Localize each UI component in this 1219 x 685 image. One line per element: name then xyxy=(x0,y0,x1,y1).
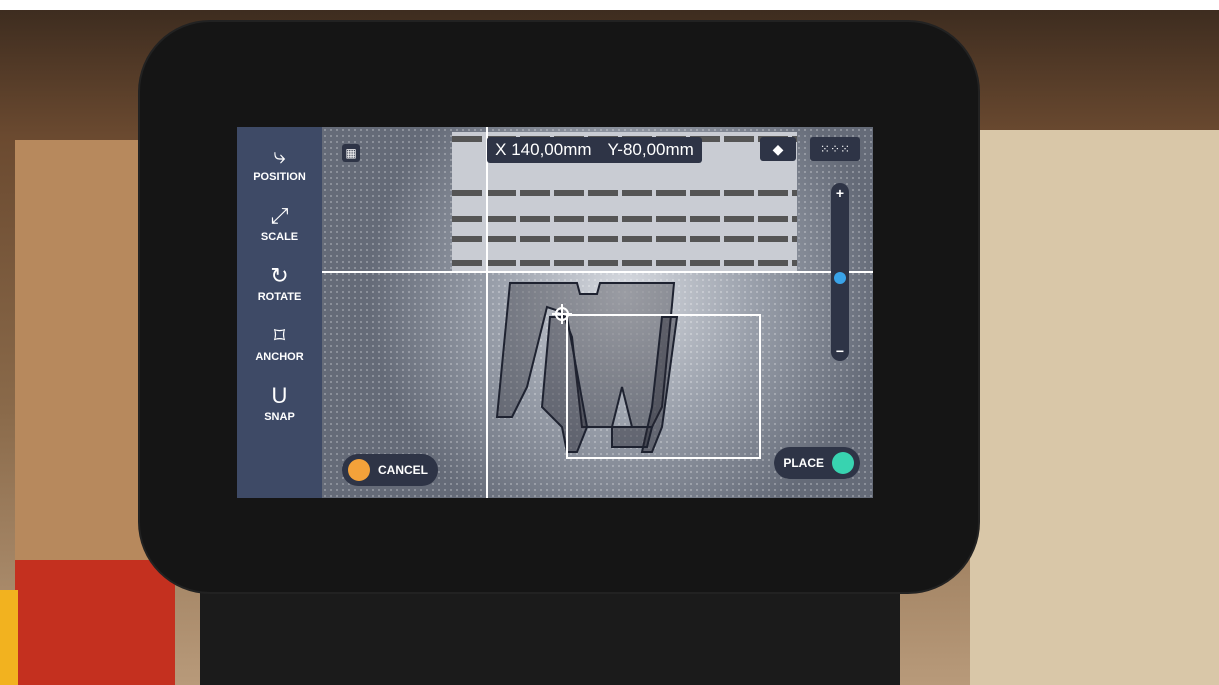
place-button[interactable]: PLACE xyxy=(774,447,860,479)
snap-label: SNAP xyxy=(264,411,295,423)
touch-screen: ⤷ POSITION ⤢ SCALE ↻ ROTATE ⌑ ANCHOR U S… xyxy=(237,127,873,498)
position-tool[interactable]: ⤷ POSITION xyxy=(237,133,322,193)
anchor-icon: ⌑ xyxy=(273,323,286,348)
position-label: POSITION xyxy=(253,171,306,183)
place-indicator-icon xyxy=(832,452,854,474)
red-object xyxy=(15,560,175,685)
scale-label: SCALE xyxy=(260,231,299,243)
zoom-slider[interactable]: + − xyxy=(831,183,849,361)
y-coordinate: Y-80,00mm xyxy=(607,140,694,159)
anchor-label: ANCHOR xyxy=(255,351,304,363)
grid-icon: ▦ xyxy=(345,146,357,160)
scale-tool[interactable]: ⤢ SCALE xyxy=(237,193,322,253)
wood-surface-left xyxy=(15,140,155,610)
zoom-in-button[interactable]: + xyxy=(831,185,849,201)
yellow-object xyxy=(0,590,18,685)
position-icon: ⤷ xyxy=(273,143,286,168)
camera-canvas[interactable]: ▦ X 140,00mm Y-80,00mm ◆ ⁙⁘⁙ + − CANCEL … xyxy=(322,127,873,498)
tool-sidebar: ⤷ POSITION ⤢ SCALE ↻ ROTATE ⌑ ANCHOR U S… xyxy=(237,127,322,498)
coordinate-readout: X 140,00mm Y-80,00mm xyxy=(487,137,702,163)
design-shape xyxy=(495,282,676,428)
rotate-icon: ↻ xyxy=(270,263,289,288)
crosshair-horizontal xyxy=(322,271,873,273)
background-strip xyxy=(0,0,1219,10)
crosshair-vertical xyxy=(486,127,488,498)
snap-icon: U xyxy=(271,383,288,408)
cancel-indicator-icon xyxy=(348,459,370,481)
rotate-tool[interactable]: ↻ ROTATE xyxy=(237,253,322,313)
cancel-button[interactable]: CANCEL xyxy=(342,454,438,486)
dots-pattern-icon: ⁙⁘⁙ xyxy=(819,142,851,156)
pattern-button[interactable]: ⁙⁘⁙ xyxy=(810,137,860,161)
design-shape xyxy=(611,426,654,448)
zoom-slider-handle[interactable] xyxy=(834,272,846,285)
anchor-tool[interactable]: ⌑ ANCHOR xyxy=(237,313,322,373)
wood-surface-right xyxy=(970,130,1219,685)
rotate-label: ROTATE xyxy=(257,291,302,303)
scale-icon: ⤢ xyxy=(270,203,289,228)
zoom-out-button[interactable]: − xyxy=(831,343,849,359)
snap-tool[interactable]: U SNAP xyxy=(237,373,322,433)
eraser-icon: ◆ xyxy=(772,140,784,157)
grid-toggle-button[interactable]: ▦ xyxy=(342,144,360,162)
design-preview[interactable] xyxy=(322,127,873,498)
place-label: PLACE xyxy=(783,456,824,470)
cancel-label: CANCEL xyxy=(378,463,428,477)
erase-button[interactable]: ◆ xyxy=(760,137,796,161)
x-coordinate: X 140,00mm xyxy=(495,140,592,159)
